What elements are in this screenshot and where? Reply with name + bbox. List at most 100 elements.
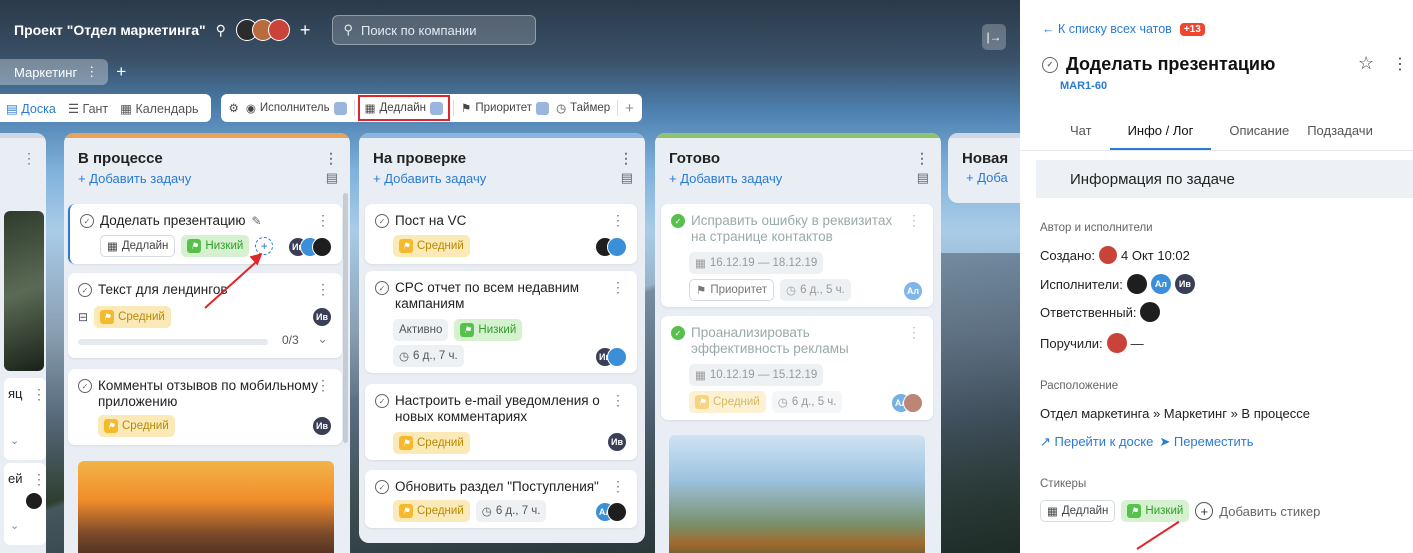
task-check-icon[interactable]: ✓ bbox=[1042, 56, 1058, 73]
add-sticker-button[interactable]: Добавить стикер bbox=[1219, 504, 1320, 519]
more-icon[interactable]: ⋮ bbox=[611, 392, 625, 409]
more-icon[interactable]: ⋮ bbox=[85, 64, 98, 80]
add-task-button[interactable]: + Добавить задачу bbox=[669, 171, 782, 186]
scrollbar[interactable] bbox=[343, 193, 348, 443]
task-check-icon[interactable]: ✓ bbox=[78, 379, 92, 393]
chevron-down-icon[interactable]: ⌄ bbox=[10, 519, 19, 532]
settings-icon[interactable]: ⚙ bbox=[229, 101, 239, 115]
more-icon[interactable]: ⋮ bbox=[907, 212, 921, 229]
task-card[interactable]: ✓ Доделать презентацию ✎ ⋮ ▦ Дедлайн ⚑ Ни… bbox=[68, 204, 342, 264]
sticker-priority[interactable]: ⚑ Средний bbox=[393, 432, 470, 454]
avatar[interactable]: Ал bbox=[1150, 274, 1171, 294]
sticker-priority[interactable]: ⚑ Средний bbox=[98, 415, 175, 437]
more-icon[interactable]: ⋮ bbox=[32, 471, 46, 488]
sticker-priority[interactable]: ⚑ Средний bbox=[393, 235, 470, 257]
avatar[interactable] bbox=[1106, 333, 1127, 353]
sticker-priority[interactable]: ⚑ Средний bbox=[393, 500, 470, 522]
task-card[interactable]: ✓ Комменты отзывов по мобильному приложе… bbox=[68, 369, 342, 445]
more-icon[interactable]: ⋮ bbox=[619, 150, 633, 167]
timer-chip[interactable]: ◷ 6 д., 7 ч. bbox=[393, 345, 464, 367]
sticker-deadline[interactable]: ▦ Дедлайн bbox=[100, 235, 176, 257]
chevron-down-icon[interactable]: ⌄ bbox=[317, 331, 328, 347]
card-partial[interactable]: ей ⋮ ⌄ bbox=[4, 463, 46, 545]
view-gantt-button[interactable]: ☰ Гант bbox=[68, 101, 108, 116]
move-link[interactable]: ➤ Переместить bbox=[1159, 434, 1253, 450]
filter-toggle-icon[interactable] bbox=[430, 101, 444, 115]
more-icon[interactable]: ⋮ bbox=[316, 281, 330, 298]
status-badge[interactable]: Активно bbox=[393, 319, 449, 341]
task-id[interactable]: MAR1-60 bbox=[1060, 80, 1107, 92]
more-icon[interactable]: ⋮ bbox=[1392, 54, 1408, 74]
filter-timer[interactable]: ◷ Таймер bbox=[556, 101, 610, 115]
view-calendar-button[interactable]: ▦ Календарь bbox=[120, 101, 198, 116]
more-icon[interactable]: ⋮ bbox=[316, 212, 330, 229]
task-card[interactable]: ✓ CPC отчет по всем недавним кампаниям ⋮… bbox=[365, 271, 637, 373]
more-icon[interactable]: ⋮ bbox=[611, 478, 625, 495]
sort-icon[interactable]: ▤ bbox=[621, 170, 633, 186]
task-done-icon[interactable]: ✓ bbox=[671, 326, 685, 340]
task-check-icon[interactable]: ✓ bbox=[375, 214, 389, 228]
task-check-icon[interactable]: ✓ bbox=[375, 480, 389, 494]
add-sticker-icon[interactable]: + bbox=[1195, 502, 1214, 520]
add-task-button[interactable]: + Доба bbox=[966, 170, 1008, 185]
edit-icon[interactable]: ✎ bbox=[251, 214, 261, 228]
notification-icon[interactable]: ⚲ bbox=[216, 22, 226, 39]
avatar[interactable] bbox=[1126, 274, 1147, 294]
add-tab-icon[interactable]: + bbox=[116, 62, 126, 82]
task-check-icon[interactable]: ✓ bbox=[78, 283, 92, 297]
star-icon[interactable]: ☆ bbox=[1358, 53, 1374, 74]
tab-description[interactable]: Описание bbox=[1211, 122, 1307, 150]
back-to-chats-link[interactable]: ← К списку всех чатов +13 bbox=[1042, 22, 1205, 36]
more-icon[interactable]: ⋮ bbox=[0, 138, 46, 167]
more-icon[interactable]: ⋮ bbox=[915, 150, 929, 167]
tab-subtasks[interactable]: Подзадачи bbox=[1307, 122, 1373, 150]
sticker-priority[interactable]: ⚑ Средний bbox=[689, 391, 766, 413]
avatar[interactable]: Ив bbox=[1174, 274, 1195, 294]
date-range-chip[interactable]: ▦ 10.12.19 — 15.12.19 bbox=[689, 364, 824, 386]
go-to-board-link[interactable]: ↗ Перейти к доске bbox=[1040, 434, 1153, 450]
filter-deadline[interactable]: ▦ Дедлайн bbox=[357, 95, 451, 121]
task-card[interactable]: ✓ Пост на VC ⋮ ⚑ Средний bbox=[365, 204, 637, 264]
timer-chip[interactable]: ◷ 6 д., 5 ч. bbox=[780, 279, 851, 301]
sort-icon[interactable]: ▤ bbox=[326, 170, 338, 186]
search-input[interactable]: ⚲ Поиск по компании bbox=[332, 15, 537, 45]
card-partial[interactable]: яц ⋮ ⌄ bbox=[4, 378, 46, 460]
sticker-priority[interactable]: ⚑ Низкий bbox=[181, 235, 250, 257]
task-card[interactable]: ✓ Настроить e-mail уведомления о новых к… bbox=[365, 384, 637, 460]
sticker-deadline[interactable]: ▦ Дедлайн bbox=[1040, 500, 1116, 522]
more-icon[interactable]: ⋮ bbox=[611, 212, 625, 229]
sticker-priority[interactable]: ⚑ Низкий bbox=[454, 319, 523, 341]
tab-marketing[interactable]: Маркетинг ⋮ bbox=[0, 59, 109, 85]
add-member-icon[interactable]: + bbox=[300, 20, 311, 41]
chevron-down-icon[interactable]: ⌄ bbox=[10, 434, 19, 447]
tab-info-log[interactable]: Инфо / Лог bbox=[1109, 122, 1212, 150]
sticker-priority[interactable]: ⚑ Приоритет bbox=[689, 279, 775, 301]
view-board-button[interactable]: ▤ Доска bbox=[6, 101, 56, 116]
more-icon[interactable]: ⋮ bbox=[32, 386, 46, 403]
task-card[interactable]: ✓ Обновить раздел "Поступления" ⋮ ⚑ Средн… bbox=[365, 470, 637, 528]
add-filter-icon[interactable]: + bbox=[625, 100, 634, 117]
sort-icon[interactable]: ▤ bbox=[917, 170, 929, 186]
filter-toggle-icon[interactable] bbox=[536, 101, 550, 115]
more-icon[interactable]: ⋮ bbox=[907, 324, 921, 341]
task-check-icon[interactable]: ✓ bbox=[80, 214, 94, 228]
project-members[interactable] bbox=[235, 19, 290, 41]
task-done-icon[interactable]: ✓ bbox=[671, 214, 685, 228]
filter-toggle-icon[interactable] bbox=[333, 101, 347, 115]
filter-priority[interactable]: ⚑ Приоритет bbox=[461, 101, 550, 115]
more-icon[interactable]: ⋮ bbox=[324, 150, 338, 167]
more-icon[interactable]: ⋮ bbox=[316, 377, 330, 394]
filter-assignee[interactable]: ◉ Исполнитель bbox=[246, 101, 347, 115]
add-task-button[interactable]: + Добавить задачу bbox=[373, 171, 486, 186]
date-range-chip[interactable]: ▦ 16.12.19 — 18.12.19 bbox=[689, 252, 824, 274]
tab-chat[interactable]: Чат bbox=[1020, 122, 1110, 150]
timer-chip[interactable]: ◷ 6 д., 7 ч. bbox=[475, 500, 547, 522]
timer-chip[interactable]: ◷ 6 д., 5 ч. bbox=[771, 391, 843, 413]
avatar[interactable] bbox=[1140, 302, 1161, 322]
task-check-icon[interactable]: ✓ bbox=[375, 394, 389, 408]
sticker-priority[interactable]: ⚑ Низкий bbox=[1121, 500, 1190, 522]
more-icon[interactable]: ⋮ bbox=[611, 279, 625, 296]
task-card[interactable]: ✓ Текст для лендингов ⋮ ⊟ ⚑ Средний Ив 0/… bbox=[68, 273, 342, 358]
task-card[interactable]: ✓ Исправить ошибку в реквизитах на стран… bbox=[661, 204, 933, 307]
sticker-priority[interactable]: ⚑ Средний bbox=[94, 306, 171, 328]
